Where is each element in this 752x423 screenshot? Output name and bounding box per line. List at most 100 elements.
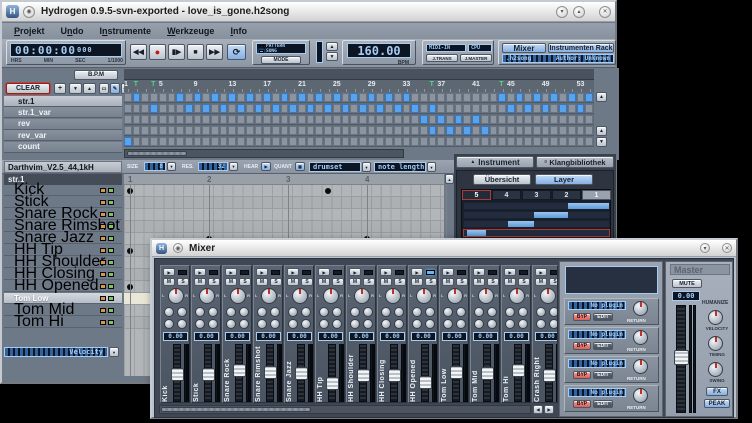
fx-send-knob[interactable]: [425, 307, 435, 317]
song-grid-cell[interactable]: [463, 115, 471, 124]
song-grid-cell[interactable]: [542, 126, 550, 135]
bpm-down-button[interactable]: ▼: [326, 52, 338, 61]
fx-send-knob[interactable]: [487, 307, 497, 317]
channel-mute-button[interactable]: M: [318, 278, 330, 286]
song-grid-cell[interactable]: [411, 104, 419, 113]
layer-velocity-bar[interactable]: [534, 212, 569, 218]
song-grid-cell[interactable]: [568, 137, 576, 146]
song-grid-cell[interactable]: [211, 126, 219, 135]
song-grid-cell[interactable]: [542, 137, 550, 146]
song-grid-cell[interactable]: [550, 115, 558, 124]
song-grid-cell[interactable]: [350, 126, 358, 135]
master-fx-button[interactable]: FX: [706, 387, 728, 396]
channel-fader-handle[interactable]: [171, 368, 184, 381]
song-grid-cell[interactable]: [228, 93, 236, 102]
mode-button[interactable]: MODE: [261, 56, 301, 64]
channel-fader[interactable]: [328, 344, 336, 402]
channel-fader[interactable]: [235, 344, 243, 402]
song-grid-cell[interactable]: [289, 115, 297, 124]
song-grid-cell[interactable]: [403, 137, 411, 146]
song-grid-cell[interactable]: [263, 104, 271, 113]
song-grid-cell[interactable]: [124, 93, 132, 102]
instrument-solo-led[interactable]: [108, 224, 114, 229]
pattern-row[interactable]: rev: [4, 119, 122, 130]
song-grid-cell[interactable]: [455, 115, 463, 124]
maximize-icon[interactable]: ▴: [573, 6, 585, 18]
song-grid-cell[interactable]: [176, 126, 184, 135]
fx-send-knob[interactable]: [474, 319, 484, 329]
subtab-overview[interactable]: Übersicht: [473, 174, 531, 185]
fx-send-knob[interactable]: [381, 319, 391, 329]
song-grid-cell[interactable]: [498, 104, 506, 113]
song-grid-cell[interactable]: [342, 115, 350, 124]
master-mute-button[interactable]: MUTE: [672, 279, 702, 288]
song-grid-cell[interactable]: [490, 104, 498, 113]
mixer-window-menu-icon[interactable]: ◉: [173, 243, 183, 253]
timeline-ruler[interactable]: 1591317212529333741454953TTTT: [124, 80, 594, 92]
song-grid-cell[interactable]: [289, 137, 297, 146]
song-grid-cell[interactable]: [133, 104, 141, 113]
song-grid-cell[interactable]: [437, 126, 445, 135]
song-grid-cell[interactable]: [281, 126, 289, 135]
song-grid-cell[interactable]: [403, 93, 411, 102]
channel-solo-button[interactable]: S: [394, 278, 406, 286]
instrument-solo-led[interactable]: [108, 200, 114, 205]
song-grid-cell[interactable]: [133, 93, 141, 102]
song-grid-cell[interactable]: [550, 137, 558, 146]
new-pattern-button[interactable]: +: [54, 83, 66, 94]
note-length-selector[interactable]: note length: [374, 162, 426, 172]
song-grid-cell[interactable]: [185, 104, 193, 113]
fx-send-knob[interactable]: [350, 307, 360, 317]
song-grid-cell[interactable]: [585, 126, 593, 135]
note-grid-row[interactable]: [124, 185, 444, 197]
song-grid-cell[interactable]: [141, 104, 149, 113]
mixer-minimize-icon[interactable]: ▾: [700, 243, 710, 253]
fx-plugin-display[interactable]: No plugin: [568, 359, 626, 368]
fx-send-knob[interactable]: [226, 307, 236, 317]
song-grid-cell[interactable]: [533, 137, 541, 146]
song-grid-cell[interactable]: [524, 137, 532, 146]
song-grid-cell[interactable]: [455, 104, 463, 113]
song-grid-cell[interactable]: [368, 115, 376, 124]
song-grid-cell[interactable]: [255, 93, 263, 102]
fx-edit-button[interactable]: EDIT: [593, 313, 613, 321]
fx-send-knob[interactable]: [443, 319, 453, 329]
fx-send-knob[interactable]: [518, 319, 528, 329]
song-grid-cell[interactable]: [385, 126, 393, 135]
resolution-dropdown-button[interactable]: ▼: [229, 162, 238, 171]
song-grid-cell[interactable]: [211, 115, 219, 124]
channel-fader-handle[interactable]: [233, 364, 246, 377]
channel-play-button[interactable]: ▶: [411, 268, 423, 276]
channel-volume-display[interactable]: 0.00: [535, 332, 558, 341]
song-grid-cell[interactable]: [150, 126, 158, 135]
song-grid-cell[interactable]: [498, 137, 506, 146]
song-grid-cell[interactable]: [359, 93, 367, 102]
instrument-solo-led[interactable]: [108, 308, 114, 313]
layer-header-cell[interactable]: 4: [492, 190, 521, 200]
song-grid-cell[interactable]: [237, 115, 245, 124]
song-grid-cell[interactable]: [141, 137, 149, 146]
song-grid-cell[interactable]: [524, 93, 532, 102]
channel-play-button[interactable]: ▶: [473, 268, 485, 276]
song-grid-cell[interactable]: [516, 93, 524, 102]
song-grid-cell[interactable]: [324, 104, 332, 113]
song-scroll-up-button[interactable]: ▲: [596, 92, 607, 102]
song-grid-cell[interactable]: [350, 93, 358, 102]
song-grid-cell[interactable]: [490, 115, 498, 124]
song-grid-cell[interactable]: [568, 104, 576, 113]
instrument-solo-led[interactable]: [108, 248, 114, 253]
note-grid-row[interactable]: [124, 197, 444, 209]
subtab-layer[interactable]: Layer: [535, 174, 593, 185]
song-grid-cell[interactable]: [455, 93, 463, 102]
song-grid-cell[interactable]: [159, 137, 167, 146]
song-grid-cell[interactable]: [481, 137, 489, 146]
instrument-rack-toggle-button[interactable]: Instrumenten Rack: [548, 43, 614, 53]
song-grid-cell[interactable]: [429, 104, 437, 113]
fx-send-knob[interactable]: [177, 319, 187, 329]
song-grid-cell[interactable]: [185, 93, 193, 102]
song-grid-cell[interactable]: [542, 104, 550, 113]
song-grid-cell[interactable]: [463, 126, 471, 135]
fx-send-knob[interactable]: [425, 319, 435, 329]
fx-send-knob[interactable]: [456, 307, 466, 317]
channel-fader[interactable]: [421, 344, 429, 402]
